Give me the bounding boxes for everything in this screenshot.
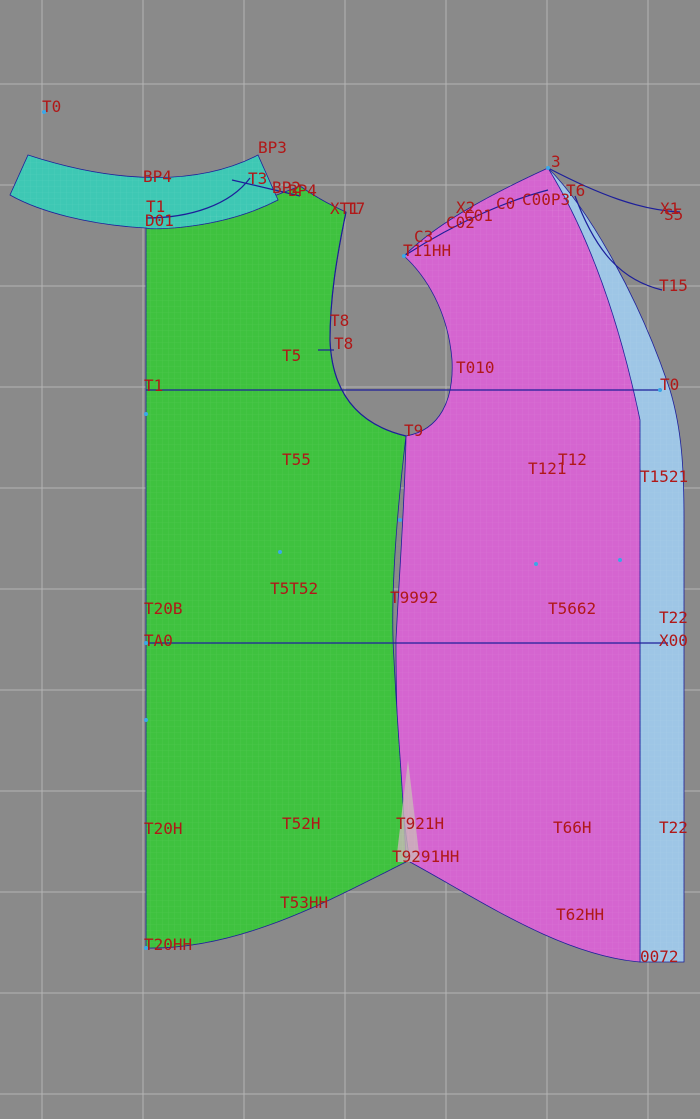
label-bp4: BP4: [143, 167, 172, 186]
label-t66h: T66H: [553, 818, 592, 837]
label-d01: D01: [145, 211, 174, 230]
pattern-canvas[interactable]: T0 BP3 BP4 T3 BP2 BP4 T1 D01 XT1 T7 3 T6…: [0, 0, 700, 1119]
label-t9992: T9992: [390, 588, 438, 607]
label-0072: 0072: [640, 947, 679, 966]
label-ta0: TA0: [144, 631, 173, 650]
label-bp3: BP3: [258, 138, 287, 157]
point-marker[interactable]: [398, 518, 402, 522]
label-t9: T9: [404, 421, 423, 440]
label-t010: T010: [456, 358, 495, 377]
label-t1521: T1521: [640, 467, 688, 486]
point-marker[interactable]: [144, 412, 148, 416]
label-c0: C0: [496, 194, 515, 213]
label-t5662: T5662: [548, 599, 596, 618]
point-marker[interactable]: [546, 166, 550, 170]
label-s5: S5: [664, 205, 683, 224]
label-t55: T55: [282, 450, 311, 469]
point-marker[interactable]: [278, 550, 282, 554]
label-t62hh: T62HH: [556, 905, 604, 924]
point-marker[interactable]: [618, 558, 622, 562]
point-marker[interactable]: [534, 562, 538, 566]
label-bp4-b: BP4: [288, 181, 317, 200]
label-t7: T7: [346, 199, 365, 218]
label-c00p3: C00P3: [522, 190, 570, 209]
label-t1-chest: T1: [144, 376, 163, 395]
label-t22-waist: T22: [659, 608, 688, 627]
label-t121: T121: [528, 459, 567, 478]
label-x00: X00: [659, 631, 688, 650]
label-t921h: T921H: [396, 814, 444, 833]
label-t22-hip: T22: [659, 818, 688, 837]
label-t5: T5: [282, 346, 301, 365]
label-t8-a: T8: [330, 311, 349, 330]
label-t5t52: T5T52: [270, 579, 318, 598]
label-t20h: T20H: [144, 819, 183, 838]
point-marker[interactable]: [144, 718, 148, 722]
label-t11hh: T11HH: [403, 241, 451, 260]
label-t9291hh: T9291HH: [392, 847, 459, 866]
label-t15: T15: [659, 276, 688, 295]
label-t20hh: T20HH: [144, 935, 192, 954]
label-t53hh: T53HH: [280, 893, 328, 912]
label-t0-chest: T0: [660, 375, 679, 394]
label-c02: C02: [446, 213, 475, 232]
label-t8-b: T8: [334, 334, 353, 353]
label-t52h: T52H: [282, 814, 321, 833]
label-t3: T3: [248, 169, 267, 188]
label-t20b: T20B: [144, 599, 183, 618]
label-t0-top: T0: [42, 97, 61, 116]
label-3: 3: [551, 152, 561, 171]
